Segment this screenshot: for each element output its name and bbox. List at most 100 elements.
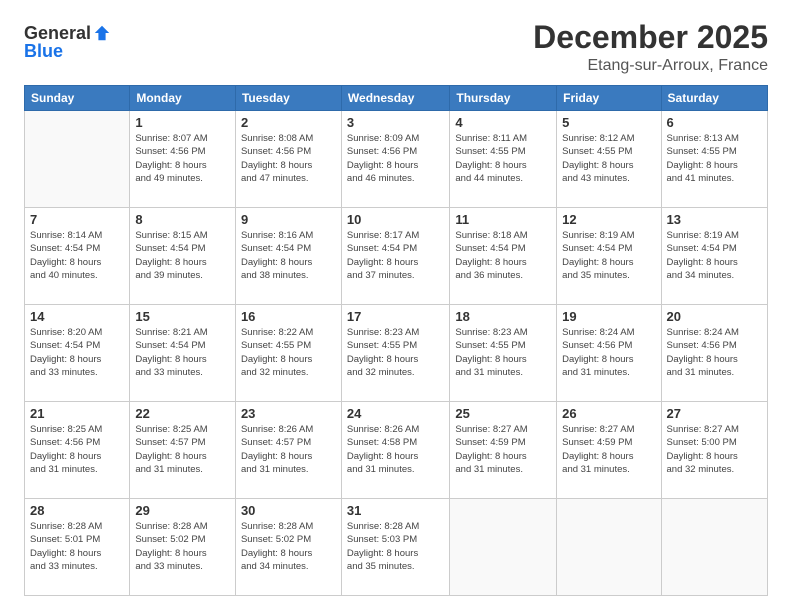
- day-number: 21: [30, 406, 124, 421]
- day-info: Sunrise: 8:28 AM Sunset: 5:02 PM Dayligh…: [241, 520, 336, 573]
- calendar-cell: 25Sunrise: 8:27 AM Sunset: 4:59 PM Dayli…: [450, 402, 557, 499]
- calendar-cell: 7Sunrise: 8:14 AM Sunset: 4:54 PM Daylig…: [25, 208, 130, 305]
- calendar-cell: 11 Sunrise: 8:18 AM Sunset: 4:54 PM Dayli…: [450, 208, 557, 305]
- day-info: Sunrise: 8:21 AM Sunset: 4:54 PM Dayligh…: [135, 326, 230, 379]
- calendar-cell: 30 Sunrise: 8:28 AM Sunset: 5:02 PM Dayli…: [235, 499, 341, 596]
- day-number: 26: [562, 406, 655, 421]
- day-number: 8: [135, 212, 230, 227]
- calendar-cell: 15 Sunrise: 8:21 AM Sunset: 4:54 PM Dayli…: [130, 305, 236, 402]
- calendar-week-5: 28 Sunrise: 8:28 AM Sunset: 5:01 PM Dayli…: [25, 499, 768, 596]
- calendar-cell: 23 Sunrise: 8:26 AM Sunset: 4:57 PM Dayli…: [235, 402, 341, 499]
- day-number: 11: [455, 212, 551, 227]
- calendar-cell: 6 Sunrise: 8:13 AM Sunset: 4:55 PM Daylig…: [661, 111, 767, 208]
- calendar-cell: 1Sunrise: 8:07 AM Sunset: 4:56 PM Daylig…: [130, 111, 236, 208]
- col-header-tuesday: Tuesday: [235, 86, 341, 111]
- day-number: 1: [135, 115, 230, 130]
- header: General Blue December 2025 Etang-sur-Arr…: [24, 20, 768, 75]
- calendar-cell: [450, 499, 557, 596]
- day-number: 4: [455, 115, 551, 130]
- calendar-cell: 21Sunrise: 8:25 AM Sunset: 4:56 PM Dayli…: [25, 402, 130, 499]
- day-number: 24: [347, 406, 444, 421]
- day-info: Sunrise: 8:28 AM Sunset: 5:03 PM Dayligh…: [347, 520, 444, 573]
- day-info: Sunrise: 8:28 AM Sunset: 5:02 PM Dayligh…: [135, 520, 230, 573]
- day-info: Sunrise: 8:23 AM Sunset: 4:55 PM Dayligh…: [347, 326, 444, 379]
- day-number: 30: [241, 503, 336, 518]
- calendar-cell: 2Sunrise: 8:08 AM Sunset: 4:56 PM Daylig…: [235, 111, 341, 208]
- day-number: 28: [30, 503, 124, 518]
- calendar-cell: [557, 499, 661, 596]
- calendar-cell: [661, 499, 767, 596]
- calendar-header-row: SundayMondayTuesdayWednesdayThursdayFrid…: [25, 86, 768, 111]
- month-title: December 2025: [533, 20, 768, 55]
- day-info: Sunrise: 8:20 AM Sunset: 4:54 PM Dayligh…: [30, 326, 124, 379]
- calendar-week-4: 21Sunrise: 8:25 AM Sunset: 4:56 PM Dayli…: [25, 402, 768, 499]
- day-number: 12: [562, 212, 655, 227]
- calendar-cell: 8 Sunrise: 8:15 AM Sunset: 4:54 PM Daylig…: [130, 208, 236, 305]
- day-number: 23: [241, 406, 336, 421]
- day-number: 2: [241, 115, 336, 130]
- day-info: Sunrise: 8:26 AM Sunset: 4:58 PM Dayligh…: [347, 423, 444, 476]
- day-number: 3: [347, 115, 444, 130]
- calendar-cell: 19Sunrise: 8:24 AM Sunset: 4:56 PM Dayli…: [557, 305, 661, 402]
- calendar-cell: 17 Sunrise: 8:23 AM Sunset: 4:55 PM Dayli…: [341, 305, 449, 402]
- day-number: 10: [347, 212, 444, 227]
- calendar-cell: 5Sunrise: 8:12 AM Sunset: 4:55 PM Daylig…: [557, 111, 661, 208]
- calendar-cell: 12 Sunrise: 8:19 AM Sunset: 4:54 PM Dayli…: [557, 208, 661, 305]
- calendar-week-2: 7Sunrise: 8:14 AM Sunset: 4:54 PM Daylig…: [25, 208, 768, 305]
- day-number: 6: [667, 115, 762, 130]
- calendar-cell: 16 Sunrise: 8:22 AM Sunset: 4:55 PM Dayli…: [235, 305, 341, 402]
- col-header-monday: Monday: [130, 86, 236, 111]
- page: General Blue December 2025 Etang-sur-Arr…: [0, 0, 792, 612]
- title-block: December 2025 Etang-sur-Arroux, France: [533, 20, 768, 75]
- day-number: 29: [135, 503, 230, 518]
- day-number: 17: [347, 309, 444, 324]
- day-info: Sunrise: 8:19 AM Sunset: 4:54 PM Dayligh…: [562, 229, 655, 282]
- col-header-thursday: Thursday: [450, 86, 557, 111]
- day-info: Sunrise: 8:26 AM Sunset: 4:57 PM Dayligh…: [241, 423, 336, 476]
- day-number: 15: [135, 309, 230, 324]
- logo-icon: [93, 24, 111, 42]
- calendar-cell: 31 Sunrise: 8:28 AM Sunset: 5:03 PM Dayli…: [341, 499, 449, 596]
- day-info: Sunrise: 8:27 AM Sunset: 4:59 PM Dayligh…: [455, 423, 551, 476]
- calendar-cell: 26 Sunrise: 8:27 AM Sunset: 4:59 PM Dayli…: [557, 402, 661, 499]
- day-info: Sunrise: 8:17 AM Sunset: 4:54 PM Dayligh…: [347, 229, 444, 282]
- day-info: Sunrise: 8:11 AM Sunset: 4:55 PM Dayligh…: [455, 132, 551, 185]
- calendar-cell: [25, 111, 130, 208]
- day-info: Sunrise: 8:09 AM Sunset: 4:56 PM Dayligh…: [347, 132, 444, 185]
- day-number: 27: [667, 406, 762, 421]
- calendar-week-1: 1Sunrise: 8:07 AM Sunset: 4:56 PM Daylig…: [25, 111, 768, 208]
- day-number: 13: [667, 212, 762, 227]
- day-number: 5: [562, 115, 655, 130]
- calendar-cell: 14 Sunrise: 8:20 AM Sunset: 4:54 PM Dayli…: [25, 305, 130, 402]
- day-info: Sunrise: 8:24 AM Sunset: 4:56 PM Dayligh…: [562, 326, 655, 379]
- col-header-friday: Friday: [557, 86, 661, 111]
- day-info: Sunrise: 8:25 AM Sunset: 4:57 PM Dayligh…: [135, 423, 230, 476]
- day-info: Sunrise: 8:28 AM Sunset: 5:01 PM Dayligh…: [30, 520, 124, 573]
- day-info: Sunrise: 8:18 AM Sunset: 4:54 PM Dayligh…: [455, 229, 551, 282]
- day-info: Sunrise: 8:16 AM Sunset: 4:54 PM Dayligh…: [241, 229, 336, 282]
- calendar-cell: 10 Sunrise: 8:17 AM Sunset: 4:54 PM Dayli…: [341, 208, 449, 305]
- calendar: SundayMondayTuesdayWednesdayThursdayFrid…: [24, 85, 768, 596]
- day-number: 14: [30, 309, 124, 324]
- col-header-wednesday: Wednesday: [341, 86, 449, 111]
- logo-blue: Blue: [24, 42, 111, 62]
- calendar-cell: 4 Sunrise: 8:11 AM Sunset: 4:55 PM Daylig…: [450, 111, 557, 208]
- calendar-cell: 22Sunrise: 8:25 AM Sunset: 4:57 PM Dayli…: [130, 402, 236, 499]
- logo: General Blue: [24, 24, 111, 62]
- day-info: Sunrise: 8:22 AM Sunset: 4:55 PM Dayligh…: [241, 326, 336, 379]
- day-info: Sunrise: 8:27 AM Sunset: 4:59 PM Dayligh…: [562, 423, 655, 476]
- calendar-cell: 20Sunrise: 8:24 AM Sunset: 4:56 PM Dayli…: [661, 305, 767, 402]
- day-number: 7: [30, 212, 124, 227]
- day-number: 16: [241, 309, 336, 324]
- day-number: 20: [667, 309, 762, 324]
- day-info: Sunrise: 8:15 AM Sunset: 4:54 PM Dayligh…: [135, 229, 230, 282]
- calendar-cell: 13Sunrise: 8:19 AM Sunset: 4:54 PM Dayli…: [661, 208, 767, 305]
- day-number: 31: [347, 503, 444, 518]
- day-info: Sunrise: 8:13 AM Sunset: 4:55 PM Dayligh…: [667, 132, 762, 185]
- day-info: Sunrise: 8:23 AM Sunset: 4:55 PM Dayligh…: [455, 326, 551, 379]
- calendar-week-3: 14 Sunrise: 8:20 AM Sunset: 4:54 PM Dayli…: [25, 305, 768, 402]
- calendar-cell: 9Sunrise: 8:16 AM Sunset: 4:54 PM Daylig…: [235, 208, 341, 305]
- day-number: 18: [455, 309, 551, 324]
- calendar-cell: 3 Sunrise: 8:09 AM Sunset: 4:56 PM Daylig…: [341, 111, 449, 208]
- calendar-cell: 29 Sunrise: 8:28 AM Sunset: 5:02 PM Dayli…: [130, 499, 236, 596]
